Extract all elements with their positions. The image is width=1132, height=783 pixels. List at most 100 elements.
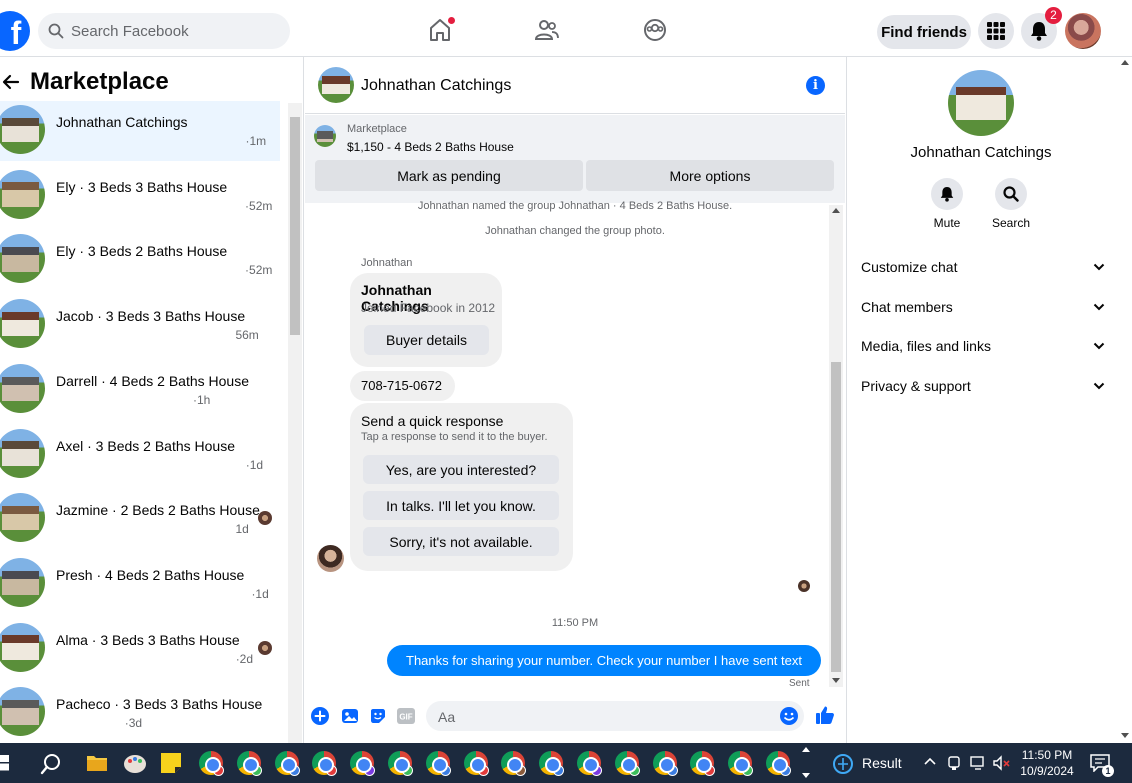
quick-response-option[interactable]: In talks. I'll let you know. bbox=[363, 491, 559, 520]
quick-response-option[interactable]: Sorry, it's not available. bbox=[363, 527, 559, 556]
network-icon[interactable] bbox=[970, 755, 986, 771]
quick-response-option[interactable]: Yes, are you interested? bbox=[363, 455, 559, 484]
media-files-links-row[interactable]: Media, files and links bbox=[861, 336, 1105, 356]
search-taskbar-icon[interactable] bbox=[40, 753, 62, 775]
messages-scroll-thumb[interactable] bbox=[831, 362, 841, 672]
conversation-list-scroll-thumb[interactable] bbox=[290, 117, 300, 335]
buyer-details-button[interactable]: Buyer details bbox=[364, 325, 489, 355]
profile-badge bbox=[439, 765, 451, 776]
search-facebook-input[interactable]: Search Facebook bbox=[38, 13, 290, 49]
menu-button[interactable] bbox=[978, 13, 1014, 49]
taskbar-scroll-up[interactable] bbox=[802, 747, 810, 752]
chrome-profile-icon[interactable] bbox=[425, 751, 451, 776]
phone-number-bubble[interactable]: 708-715-0672 bbox=[350, 371, 455, 401]
plus-circle-icon[interactable] bbox=[311, 707, 329, 725]
thumbs-up-icon[interactable] bbox=[815, 705, 835, 725]
chrome-profile-icon[interactable] bbox=[312, 751, 338, 776]
gif-icon[interactable]: GIF bbox=[397, 708, 415, 724]
more-options-button[interactable]: More options bbox=[586, 160, 834, 191]
home-notification-dot bbox=[448, 17, 455, 24]
chat-members-row[interactable]: Chat members bbox=[861, 297, 1105, 317]
chrome-profile-icon[interactable] bbox=[388, 751, 413, 776]
friends-icon[interactable] bbox=[533, 16, 561, 44]
emoji-icon[interactable] bbox=[780, 707, 798, 725]
chrome-profile-icon[interactable] bbox=[728, 751, 754, 776]
conversation-item[interactable]: Darrell · 4 Beds 2 Baths HouseYou: are y… bbox=[0, 360, 280, 420]
chevron-up-icon[interactable] bbox=[924, 757, 936, 765]
tray-result-label[interactable]: Result bbox=[862, 755, 902, 771]
page-scroll-up-arrow[interactable] bbox=[1121, 60, 1129, 65]
conversation-item[interactable]: Jazmine · 2 Beds 2 Baths HouseYou: Thank… bbox=[0, 489, 280, 549]
chrome-profile-icon[interactable] bbox=[350, 751, 376, 776]
weather-result-icon[interactable] bbox=[832, 753, 854, 775]
profile-name[interactable]: Johnathan Catchings bbox=[847, 144, 1115, 161]
conversation-item[interactable]: Presh · 4 Beds 2 Baths HousePresh Apemz … bbox=[0, 554, 280, 614]
account-avatar[interactable] bbox=[1065, 13, 1101, 49]
clock[interactable]: 11:50 PM 10/9/2024 bbox=[1010, 747, 1084, 779]
taskbar-scroll-down[interactable] bbox=[802, 773, 810, 778]
chrome-profile-icon[interactable] bbox=[614, 751, 640, 776]
page-scroll-down-arrow[interactable] bbox=[1121, 733, 1129, 738]
search-icon bbox=[48, 23, 64, 39]
profile-avatar[interactable] bbox=[948, 70, 1014, 136]
conversation-time: ·2d bbox=[235, 651, 254, 666]
profile-badge bbox=[402, 765, 413, 776]
notification-count-badge: 2 bbox=[1045, 7, 1062, 24]
marketplace-header: Marketplace bbox=[0, 68, 169, 95]
conversation-time: ·3d bbox=[124, 716, 143, 731]
groups-icon[interactable] bbox=[641, 16, 669, 44]
profile-badge bbox=[704, 765, 716, 776]
chrome-profile-icon[interactable] bbox=[236, 751, 262, 776]
scroll-up-arrow[interactable] bbox=[832, 208, 840, 213]
info-icon[interactable]: i bbox=[806, 76, 825, 95]
mute-button[interactable] bbox=[931, 178, 963, 210]
chrome-profile-icon[interactable] bbox=[501, 751, 527, 776]
conversation-title: Axel · 3 Beds 2 Baths House bbox=[56, 437, 235, 454]
conversation-item[interactable]: Axel · 3 Beds 2 Baths HouseAxel: But I d… bbox=[0, 425, 280, 485]
search-in-chat-button[interactable] bbox=[995, 178, 1027, 210]
chevron-down-icon bbox=[1093, 342, 1105, 350]
back-arrow-icon[interactable] bbox=[2, 73, 20, 91]
find-friends-button[interactable]: Find friends bbox=[877, 15, 971, 49]
chrome-profile-icon[interactable] bbox=[577, 751, 602, 776]
facebook-logo[interactable]: f bbox=[0, 11, 30, 51]
listing-title[interactable]: $1,150 - 4 Beds 2 Baths House bbox=[347, 140, 514, 154]
conversation-item[interactable]: Alma · 3 Beds 3 Baths HouseYou: Yes the … bbox=[0, 619, 280, 679]
system-message: Johnathan named the group Johnathan · 4 … bbox=[417, 200, 733, 212]
profile-badge bbox=[742, 765, 754, 776]
read-receipt-avatar bbox=[798, 580, 810, 592]
message-input[interactable]: Aa bbox=[426, 701, 804, 731]
chrome-profile-icon[interactable] bbox=[463, 751, 489, 776]
mark-as-pending-button[interactable]: Mark as pending bbox=[315, 160, 583, 191]
customize-chat-row[interactable]: Customize chat bbox=[861, 257, 1105, 277]
conversation-item[interactable]: Ely · 3 Beds 3 Baths HouseYou: Yes the h… bbox=[0, 166, 280, 226]
conversation-title: Darrell · 4 Beds 2 Baths House bbox=[56, 372, 249, 389]
windows-start-icon[interactable] bbox=[0, 755, 10, 771]
sticker-icon[interactable] bbox=[369, 707, 387, 725]
chat-title[interactable]: Johnathan Catchings bbox=[361, 77, 511, 95]
chrome-profile-icon[interactable] bbox=[199, 751, 224, 776]
listing-thumbnail[interactable] bbox=[314, 125, 336, 147]
chrome-profile-icon[interactable] bbox=[766, 751, 791, 776]
file-explorer-icon[interactable] bbox=[86, 753, 108, 773]
conversation-item[interactable]: Pacheco · 3 Beds 3 Baths HousePacheco: O… bbox=[0, 683, 280, 743]
chrome-profile-icon[interactable] bbox=[274, 751, 300, 776]
volume-muted-icon[interactable] bbox=[993, 755, 1011, 771]
photo-icon[interactable] bbox=[341, 707, 359, 725]
paint-icon[interactable] bbox=[123, 752, 147, 774]
sent-message-bubble[interactable]: Thanks for sharing your number. Check yo… bbox=[387, 645, 821, 676]
conversation-item[interactable]: Jacob · 3 Beds 3 Baths HouseYou: Thanks … bbox=[0, 295, 280, 355]
listing-banner: Marketplace $1,150 - 4 Beds 2 Baths Hous… bbox=[305, 115, 845, 203]
chrome-profile-icon[interactable] bbox=[539, 751, 565, 776]
chrome-profile-icon[interactable] bbox=[690, 751, 716, 776]
sender-avatar[interactable] bbox=[317, 545, 344, 572]
privacy-support-row[interactable]: Privacy & support bbox=[861, 376, 1105, 396]
chat-avatar[interactable] bbox=[318, 67, 354, 103]
scroll-down-arrow[interactable] bbox=[832, 678, 840, 683]
conversation-item[interactable]: Johnathan CatchingsYou: Thanks for shari… bbox=[0, 101, 280, 161]
chrome-profile-icon[interactable] bbox=[652, 751, 678, 776]
house-image bbox=[1, 570, 40, 596]
meet-now-icon[interactable] bbox=[947, 755, 961, 771]
conversation-item[interactable]: Ely · 3 Beds 2 Baths HouseYou: Yes the h… bbox=[0, 230, 280, 290]
sticky-notes-icon[interactable] bbox=[160, 752, 182, 774]
